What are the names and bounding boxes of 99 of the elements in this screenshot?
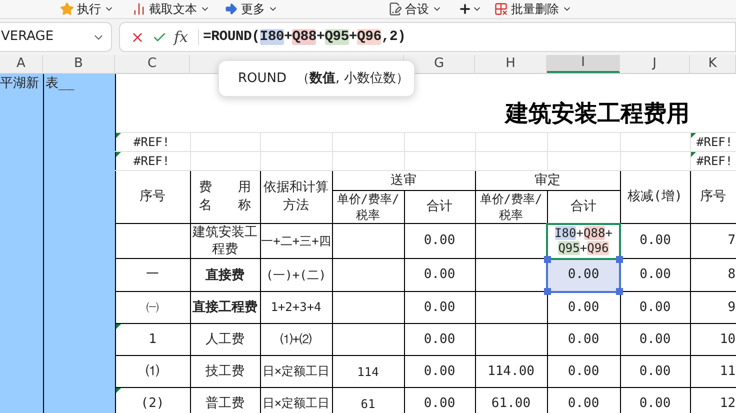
cell-text: 直接工程费 — [192, 300, 258, 315]
cell-text: 0.00 — [640, 233, 671, 248]
cell-text: (2) — [140, 396, 164, 411]
cell-text: 依据和计算方法 — [264, 180, 328, 213]
cell-text: 建筑安装工程费 — [192, 225, 258, 257]
arrow-icon — [224, 2, 238, 16]
column-header[interactable]: B — [43, 55, 115, 73]
cell-text: 1 — [148, 332, 156, 347]
cell-text: 114.00 — [488, 364, 534, 379]
cell-text: 0.00 — [639, 300, 671, 315]
cell-text: 技工费 — [206, 364, 244, 379]
column-header[interactable]: J — [620, 55, 690, 73]
name-box[interactable]: VERAGE — [0, 22, 112, 52]
formula-text: + — [348, 28, 357, 44]
cell-reference: Q96 — [357, 28, 382, 44]
cell-text: 一 — [146, 267, 159, 282]
cell-reference: Q95 — [558, 241, 580, 255]
formula-text: + — [284, 28, 292, 44]
cell-text: 费 用 — [198, 178, 252, 197]
cell-text: 单价/费率/税率 — [480, 192, 542, 222]
cell-text: #REF! — [134, 154, 170, 168]
cell-text: ㈠ — [146, 300, 159, 315]
function-button[interactable]: fx — [174, 26, 188, 48]
cell-text: 7 — [728, 233, 736, 248]
cell-text: 合计 — [570, 199, 596, 214]
cell-text: 单价/费率/税率 — [336, 192, 400, 222]
sheet-title: 建筑安装工程费用 — [506, 100, 690, 127]
cell-text: 核减(增) — [628, 189, 682, 204]
cell-text: 审定 — [534, 172, 560, 188]
add-button[interactable] — [458, 2, 482, 16]
cell-text: 0.00 — [424, 332, 456, 347]
editing-cell[interactable]: I80+Q88+ Q95+Q96 — [547, 224, 620, 258]
column-header[interactable]: A — [0, 55, 43, 73]
function-name: ROUND — [238, 70, 287, 88]
cell-text: 8 — [728, 267, 736, 282]
cell-text: 0.00 — [424, 267, 456, 282]
toolbar-button[interactable]: 截取文本 — [132, 0, 210, 18]
table-cell: 0.00 — [547, 356, 620, 388]
cell-reference: Q88 — [584, 226, 606, 240]
cell-text: 61.00 — [491, 396, 531, 411]
cell-reference: I80 — [260, 28, 284, 44]
cell-text: 序号 — [700, 189, 726, 204]
table-cell: 表__ — [43, 74, 115, 97]
edit-icon — [388, 2, 402, 16]
column-header[interactable]: K — [690, 55, 736, 73]
cell-text: #REF! — [696, 154, 733, 168]
cell-text: 0.00 — [424, 396, 456, 411]
toolbar-button[interactable]: 更多 — [224, 0, 278, 18]
cell-text: 0.00 — [424, 233, 456, 248]
cell-text: 12 — [720, 396, 736, 411]
cell-text: 送审 — [390, 172, 416, 188]
cell-text: 人工费 — [206, 332, 244, 347]
cell-text: 11 — [720, 364, 736, 379]
cell-text: 名 称 — [198, 196, 252, 215]
cell-text: 1+2+3+4 — [270, 300, 322, 314]
formula-text: + — [580, 241, 588, 255]
plus-icon — [458, 2, 472, 16]
cell-text: 一+二+三+四 — [261, 234, 331, 248]
cell-text: 序号 — [140, 189, 166, 204]
cell-text: 合计 — [426, 199, 452, 214]
cell-text: 0.00 — [640, 267, 671, 282]
cell-text: (一)+(二) — [266, 268, 326, 282]
cell-text: 61 — [360, 396, 376, 410]
cell-text: 日×定额工日 — [262, 364, 330, 378]
formula-text: ,2) — [381, 28, 406, 44]
toolbar-button[interactable]: 批量删除 — [494, 0, 572, 18]
star-icon — [60, 2, 74, 16]
cell-text: 0.00 — [639, 332, 671, 347]
cell-text: 0.00 — [639, 396, 671, 411]
table-cell: 0.00 — [547, 324, 620, 356]
cell-text: ⑴+⑵ — [280, 332, 312, 346]
cell-text: 日×定额工日 — [262, 396, 330, 410]
cell-text: 0.00 — [639, 364, 671, 379]
formula-text: + — [605, 226, 612, 240]
cell-reference: Q88 — [292, 28, 316, 44]
column-header[interactable]: I — [547, 55, 620, 73]
cell-text: ⑴ — [146, 364, 159, 379]
formula-field[interactable]: fx =ROUND(I80+Q88+Q95+Q96,2) — [119, 22, 736, 52]
toolbar-button[interactable]: 执行 — [60, 0, 114, 18]
table-delete-icon — [494, 2, 508, 16]
cell-text: 0.00 — [424, 364, 456, 379]
column-header[interactable]: C — [115, 55, 190, 73]
table-cell: 平湖新 — [0, 74, 43, 97]
cell-text: 114 — [357, 364, 379, 378]
cell-text: 普工费 — [206, 396, 244, 411]
formula-text: =ROUND( — [203, 28, 260, 44]
cell-text: 10 — [720, 332, 736, 347]
toolbar-button[interactable]: 合设 — [388, 0, 442, 18]
cell-text: #REF! — [134, 134, 170, 148]
cell-text: 0.00 — [424, 300, 456, 315]
cell-text: #REF! — [696, 134, 733, 148]
cell-reference: Q96 — [587, 241, 609, 255]
cell-reference: I80 — [554, 226, 576, 240]
cell-reference: Q95 — [324, 28, 349, 44]
formula-text: + — [576, 226, 584, 240]
cell-text: 直接费 — [206, 268, 244, 282]
formula-text: + — [316, 28, 325, 44]
cell-text: 9 — [728, 300, 736, 315]
bars-icon — [132, 2, 146, 16]
